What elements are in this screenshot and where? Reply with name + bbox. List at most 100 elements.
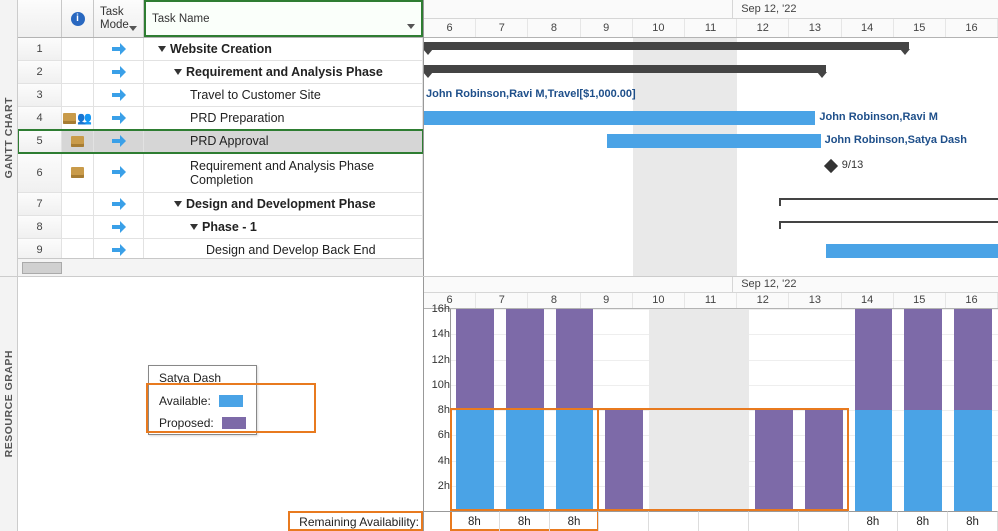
gantt-chart-side-label: GANTT CHART xyxy=(0,0,18,276)
auto-schedule-icon xyxy=(112,67,126,78)
day-13: 13 xyxy=(789,19,841,37)
row-id[interactable]: 4 xyxy=(18,107,62,129)
row-name[interactable]: Requirement and Analysis Phase Completio… xyxy=(144,153,423,192)
day-12: 12 xyxy=(737,293,789,308)
day-16: 16 xyxy=(946,19,998,37)
task-bar-prd-prep[interactable] xyxy=(424,111,815,125)
row-mode xyxy=(94,38,144,60)
row-id[interactable]: 5 xyxy=(18,130,62,152)
day-6: 6 xyxy=(424,19,476,37)
day-14: 14 xyxy=(842,19,894,37)
row-mode xyxy=(94,216,144,238)
row-name[interactable]: Phase - 1 xyxy=(144,216,423,238)
col-task-mode[interactable]: Task Mode xyxy=(94,0,144,37)
auto-schedule-icon xyxy=(112,90,126,101)
row-id[interactable]: 8 xyxy=(18,216,62,238)
row-id[interactable]: 1 xyxy=(18,38,62,60)
auto-schedule-icon xyxy=(112,167,126,178)
bar-available xyxy=(855,410,893,511)
resource-graph[interactable]: Sep 12, '22 678910111213141516 16h14h12h… xyxy=(424,277,998,531)
row-mode xyxy=(94,193,144,215)
grid-body: 1 Website Creation 2 Requirement and Analys… xyxy=(18,38,423,258)
row-info xyxy=(62,84,94,106)
y-label: 10h xyxy=(432,379,450,391)
rg-foot-cell: 8h xyxy=(450,511,500,531)
row-info xyxy=(62,239,94,258)
task-row-9[interactable]: 9 Design and Develop Back End xyxy=(18,239,423,258)
bar-label-prd-approval: John Robinson,Satya Dash xyxy=(825,134,967,146)
milestone-label: 9/13 xyxy=(842,159,863,171)
col-task-name[interactable]: Task Name xyxy=(144,0,423,37)
col-id[interactable] xyxy=(18,0,62,37)
summary-bar-design xyxy=(779,198,998,206)
task-bar-prd-approval[interactable] xyxy=(607,134,821,148)
row-name[interactable]: Website Creation xyxy=(144,38,423,60)
rg-foot-cell xyxy=(599,511,649,531)
task-row-4[interactable]: 4👥PRD Preparation xyxy=(18,107,423,130)
rg-foot: 8h8h8h8h8h8h xyxy=(424,511,998,531)
day-15: 15 xyxy=(894,19,946,37)
auto-schedule-icon xyxy=(112,222,126,233)
milestone-completion[interactable] xyxy=(824,159,838,173)
row-info xyxy=(62,153,94,192)
task-bar-backend[interactable] xyxy=(826,244,998,258)
task-row-1[interactable]: 1 Website Creation xyxy=(18,38,423,61)
bar-label-prd-prep: John Robinson,Ravi M xyxy=(819,111,938,123)
dropdown-icon xyxy=(129,26,137,31)
task-row-8[interactable]: 8 Phase - 1 xyxy=(18,216,423,239)
expand-icon[interactable] xyxy=(174,201,182,207)
gantt-chart[interactable]: Sep 12, '22 678910111213141516 John Robi… xyxy=(424,0,998,276)
day-15: 15 xyxy=(894,293,946,308)
day-16: 16 xyxy=(946,293,998,308)
expand-icon[interactable] xyxy=(174,69,182,75)
row-name[interactable]: Design and Development Phase xyxy=(144,193,423,215)
grid-hscroll[interactable] xyxy=(18,258,423,276)
task-row-2[interactable]: 2 Requirement and Analysis Phase xyxy=(18,61,423,84)
rg-foot-cell: 8h xyxy=(948,511,998,531)
rg-foot-cell xyxy=(749,511,799,531)
row-id[interactable]: 3 xyxy=(18,84,62,106)
rg-foot-cell: 8h xyxy=(849,511,899,531)
legend-highlight xyxy=(146,383,316,433)
note-icon xyxy=(71,167,84,178)
row-id[interactable]: 6 xyxy=(18,153,62,192)
rg-timescale: Sep 12, '22 678910111213141516 xyxy=(424,277,998,309)
auto-schedule-icon xyxy=(112,245,126,256)
day-14: 14 xyxy=(842,293,894,308)
day-13: 13 xyxy=(789,293,841,308)
row-name[interactable]: PRD Approval xyxy=(144,130,423,152)
auto-schedule-icon xyxy=(112,136,126,147)
auto-schedule-icon xyxy=(112,199,126,210)
y-label: 14h xyxy=(432,328,450,340)
row-id[interactable]: 9 xyxy=(18,239,62,258)
col-task-mode-l2: Mode xyxy=(100,19,129,32)
note-icon xyxy=(63,113,76,124)
row-id[interactable]: 7 xyxy=(18,193,62,215)
row-mode xyxy=(94,130,144,152)
task-row-7[interactable]: 7 Design and Development Phase xyxy=(18,193,423,216)
row-name[interactable]: Design and Develop Back End xyxy=(144,239,423,258)
row-id[interactable]: 2 xyxy=(18,61,62,83)
resource-graph-side-label: RESOURCE GRAPH xyxy=(0,277,18,531)
col-info[interactable]: i xyxy=(62,0,94,37)
bar-available xyxy=(954,410,992,511)
note-icon xyxy=(71,136,84,147)
day-9: 9 xyxy=(581,19,633,37)
day-10: 10 xyxy=(633,19,685,37)
row-name[interactable]: PRD Preparation xyxy=(144,107,423,129)
row-mode xyxy=(94,107,144,129)
expand-icon[interactable] xyxy=(190,224,198,230)
expand-icon[interactable] xyxy=(158,46,166,52)
row-name[interactable]: Travel to Customer Site xyxy=(144,84,423,106)
rg-body: 16h14h12h10h8h6h4h2h xyxy=(424,309,998,511)
row-info xyxy=(62,130,94,152)
row-name[interactable]: Requirement and Analysis Phase xyxy=(144,61,423,83)
gantt-body[interactable]: John Robinson,Ravi M,Travel[$1,000.00]Jo… xyxy=(424,38,998,276)
task-row-6[interactable]: 6 Requirement and Analysis Phase Completi… xyxy=(18,153,423,193)
scroll-thumb[interactable] xyxy=(22,262,62,274)
task-row-3[interactable]: 3 Travel to Customer Site xyxy=(18,84,423,107)
day-8: 8 xyxy=(528,19,580,37)
task-row-5[interactable]: 5 PRD Approval xyxy=(18,130,423,153)
day-9: 9 xyxy=(581,293,633,308)
auto-schedule-icon xyxy=(112,44,126,55)
